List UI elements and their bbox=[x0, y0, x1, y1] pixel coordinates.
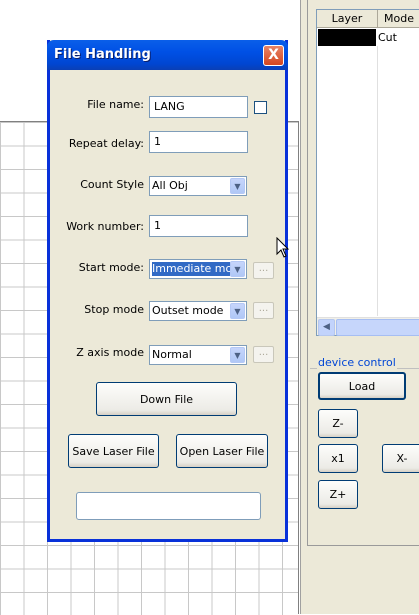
column-header-layer[interactable]: Layer bbox=[317, 10, 378, 27]
dialog-titlebar[interactable]: File Handling X bbox=[47, 40, 288, 70]
layer-table[interactable]: Layer Mode Cut ◀ bbox=[316, 9, 419, 336]
layer-color-swatch bbox=[318, 29, 376, 46]
start-mode-ellipsis-button[interactable]: ... bbox=[253, 262, 274, 279]
x-minus-button[interactable]: X- bbox=[382, 444, 419, 473]
layer-mode: Cut bbox=[378, 31, 397, 44]
x1-button[interactable]: x1 bbox=[318, 444, 358, 473]
count-style-select[interactable]: All Obj ▼ bbox=[149, 176, 247, 196]
canvas-border bbox=[298, 121, 299, 614]
stop-mode-select[interactable]: Outset mode ▼ bbox=[149, 301, 247, 321]
z-plus-button[interactable]: Z+ bbox=[318, 480, 358, 509]
file-name-checkbox[interactable] bbox=[254, 101, 267, 114]
stop-mode-value: Outset mode bbox=[152, 304, 224, 317]
stop-mode-ellipsis-button[interactable]: ... bbox=[253, 302, 274, 319]
z-minus-button[interactable]: Z- bbox=[318, 409, 358, 438]
start-mode-label: Start mode: bbox=[78, 261, 144, 274]
chevron-down-icon[interactable]: ▼ bbox=[230, 347, 245, 363]
device-control-label: device control bbox=[317, 356, 397, 369]
close-icon[interactable]: X bbox=[263, 45, 284, 66]
status-field bbox=[76, 492, 261, 520]
work-number-label: Work number: bbox=[66, 220, 144, 233]
repeat-delay-input[interactable]: 1 bbox=[149, 131, 248, 153]
chevron-down-icon[interactable]: ▼ bbox=[230, 178, 245, 194]
dialog-title: File Handling bbox=[54, 47, 151, 62]
repeat-delay-label: Repeat delay: bbox=[68, 137, 144, 150]
start-mode-value: Immediate mode bbox=[151, 261, 231, 277]
load-button[interactable]: Load bbox=[318, 372, 406, 400]
z-axis-mode-ellipsis-button[interactable]: ... bbox=[253, 346, 274, 363]
scrollbar-thumb[interactable] bbox=[336, 319, 419, 336]
column-divider bbox=[377, 46, 378, 316]
file-name-label: File name: bbox=[87, 98, 144, 111]
work-number-input[interactable]: 1 bbox=[149, 215, 248, 237]
layer-table-header: Layer Mode bbox=[317, 10, 419, 28]
chevron-down-icon[interactable]: ▼ bbox=[230, 261, 245, 277]
z-axis-mode-label: Z axis mode bbox=[76, 346, 144, 359]
down-file-button[interactable]: Down File bbox=[96, 382, 237, 416]
z-axis-mode-value: Normal bbox=[152, 348, 192, 361]
start-mode-select[interactable]: Immediate mode ▼ bbox=[149, 259, 247, 279]
chevron-down-icon[interactable]: ▼ bbox=[230, 303, 245, 319]
open-laser-file-button[interactable]: Open Laser File bbox=[176, 434, 268, 468]
layer-row[interactable]: Cut bbox=[317, 29, 419, 46]
column-header-mode[interactable]: Mode bbox=[378, 10, 419, 27]
z-axis-mode-select[interactable]: Normal ▼ bbox=[149, 345, 247, 365]
count-style-value: All Obj bbox=[152, 179, 188, 192]
stop-mode-label: Stop mode bbox=[84, 303, 144, 316]
scroll-left-icon[interactable]: ◀ bbox=[318, 319, 335, 336]
mouse-cursor-icon bbox=[276, 237, 290, 258]
count-style-label: Count Style bbox=[80, 178, 144, 191]
save-laser-file-button[interactable]: Save Laser File bbox=[68, 434, 159, 468]
horizontal-scrollbar[interactable]: ◀ bbox=[317, 317, 419, 336]
file-name-input[interactable]: LANG bbox=[149, 96, 248, 118]
